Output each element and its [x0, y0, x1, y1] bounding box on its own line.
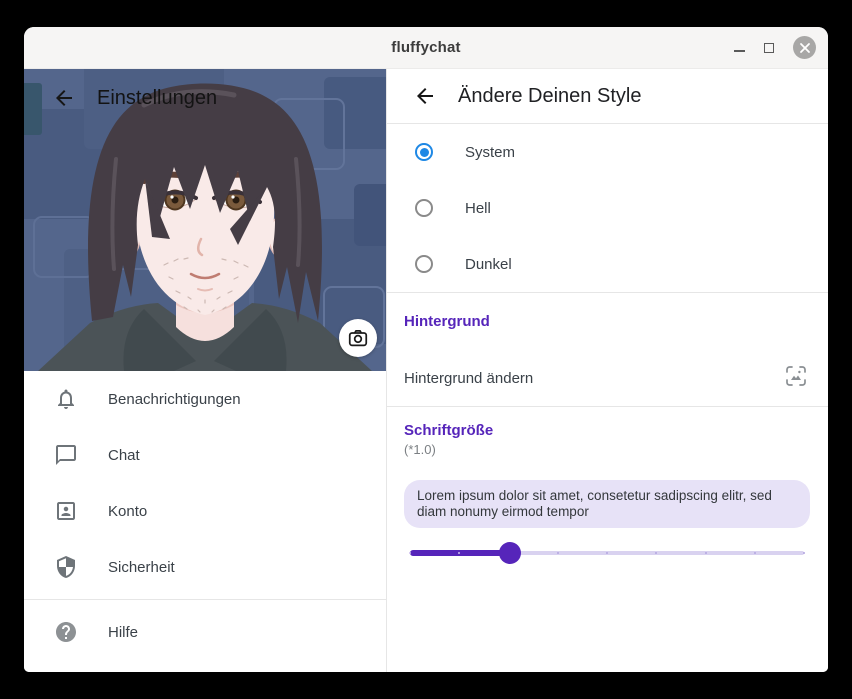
sidebar-item-label: Hilfe: [108, 624, 138, 641]
maximize-icon[interactable]: [764, 43, 774, 53]
theme-option-label: System: [465, 144, 515, 161]
style-content: System Hell Dunkel Hintergrund Hintergru…: [387, 124, 828, 672]
font-size-heading: Schriftgröße: [404, 422, 810, 439]
sidebar-item-security[interactable]: Sicherheit: [24, 539, 386, 595]
theme-option-radio[interactable]: [415, 255, 433, 273]
settings-menu: Benachrichtigungen Chat Konto: [24, 371, 386, 672]
sidebar-item-help[interactable]: Hilfe: [24, 604, 386, 660]
change-avatar-button[interactable]: [339, 319, 377, 357]
settings-title: Einstellungen: [97, 87, 217, 110]
font-preview-text: Lorem ipsum dolor sit amet, consetetur s…: [404, 480, 810, 528]
theme-option[interactable]: Dunkel: [387, 236, 828, 292]
change-background-label: Hintergrund ändern: [404, 370, 533, 387]
help-icon: [54, 620, 78, 644]
app-window: fluffychat: [24, 27, 828, 672]
titlebar: fluffychat: [24, 27, 828, 69]
chat-bubble-icon: [54, 443, 78, 467]
wallpaper-icon: [784, 364, 808, 393]
theme-option[interactable]: System: [387, 124, 828, 180]
sidebar-item-chat[interactable]: Chat: [24, 427, 386, 483]
change-background-button[interactable]: Hintergrund ändern: [387, 350, 828, 406]
theme-option-radio[interactable]: [415, 143, 433, 161]
sidebar-item-label: Konto: [108, 503, 147, 520]
sidebar-item-label: Sicherheit: [108, 559, 175, 576]
sidebar-item-label: Benachrichtigungen: [108, 391, 241, 408]
back-icon[interactable]: [44, 78, 84, 118]
settings-appbar: Einstellungen: [24, 69, 386, 127]
font-scale-value: (*1.0): [404, 442, 810, 457]
account-box-icon: [54, 499, 78, 523]
window-controls: [734, 36, 816, 59]
window-title: fluffychat: [24, 39, 828, 56]
camera-icon: [347, 327, 369, 349]
minimize-icon[interactable]: [734, 42, 745, 53]
sidebar-item-account[interactable]: Konto: [24, 483, 386, 539]
font-size-slider[interactable]: [410, 541, 804, 565]
close-icon[interactable]: [793, 36, 816, 59]
theme-option[interactable]: Hell: [387, 180, 828, 236]
settings-sidebar: Einstellungen Benachrichtigungen: [24, 69, 387, 672]
style-settings-panel: Ändere Deinen Style System Hell Dunkel: [387, 69, 828, 672]
style-appbar: Ändere Deinen Style: [387, 69, 828, 124]
bell-icon: [54, 387, 78, 411]
menu-divider: [24, 599, 386, 600]
slider-thumb[interactable]: [499, 542, 521, 564]
profile-avatar: Einstellungen: [24, 69, 386, 371]
sidebar-item-notifications[interactable]: Benachrichtigungen: [24, 371, 386, 427]
theme-option-label: Dunkel: [465, 256, 512, 273]
theme-option-radio[interactable]: [415, 199, 433, 217]
back-icon[interactable]: [405, 76, 445, 116]
sidebar-item-label: Chat: [108, 447, 140, 464]
theme-option-label: Hell: [465, 200, 491, 217]
slider-ticks: [410, 541, 804, 565]
page-title: Ändere Deinen Style: [458, 85, 641, 108]
background-section-heading: Hintergrund: [404, 313, 490, 330]
shield-icon: [54, 555, 78, 579]
